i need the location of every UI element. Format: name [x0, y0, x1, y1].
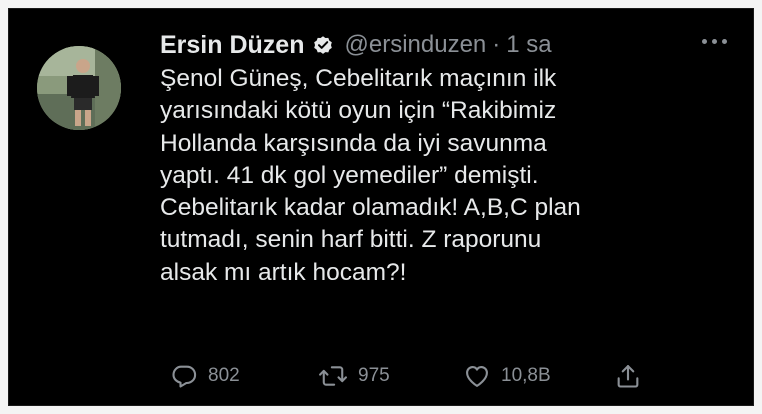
tweet-text-line: Şenol Güneş, Cebelitarık maçının ilk	[160, 65, 557, 92]
tweet-timestamp[interactable]: 1 sa	[506, 31, 551, 59]
tweet-text-line: yarısındaki kötü oyun için “Rakibimiz	[160, 97, 557, 125]
tweet-text: Şenol Güneş, Cebelitarık maçının ilk yar…	[160, 63, 720, 289]
tweet-text-line: yaptı. 41 dk gol yemediler” demişti.	[160, 161, 539, 189]
tweet-card: Ersin Düzen @ersinduzen · 1 sa Şenol Gün…	[8, 8, 754, 406]
author-name[interactable]: Ersin Düzen	[160, 31, 304, 60]
more-options-icon[interactable]	[702, 39, 727, 44]
avatar[interactable]	[37, 46, 121, 130]
share-button[interactable]	[614, 356, 642, 396]
author-handle[interactable]: @ersinduzen	[344, 31, 486, 59]
verified-badge-icon	[312, 34, 334, 56]
like-button[interactable]: 10,8B	[463, 356, 551, 396]
tweet-text-line: alsak mı artık hocam?!	[160, 258, 407, 286]
tweet-text-line: Hollanda karşısında da iyi savunma	[160, 129, 547, 157]
tweet-actions: 802 975 10,8B	[160, 356, 660, 396]
retweet-button[interactable]: 975	[318, 356, 390, 396]
reply-button[interactable]: 802	[170, 356, 240, 396]
separator-dot: ·	[492, 31, 501, 58]
reply-count: 802	[208, 365, 240, 386]
like-count: 10,8B	[501, 365, 551, 386]
tweet-header: Ersin Düzen @ersinduzen · 1 sa	[160, 27, 552, 63]
tweet-text-line: Cebelitarık kadar olamadık! A,B,C plan	[160, 194, 581, 222]
share-icon	[617, 365, 639, 388]
heart-icon	[466, 365, 488, 387]
tweet-text-line: tutmadı, senin harf bitti. Z raporunu	[160, 226, 542, 254]
avatar-photo	[37, 46, 121, 130]
retweet-count: 975	[358, 365, 390, 386]
reply-icon	[172, 365, 197, 388]
retweet-icon	[319, 366, 347, 386]
